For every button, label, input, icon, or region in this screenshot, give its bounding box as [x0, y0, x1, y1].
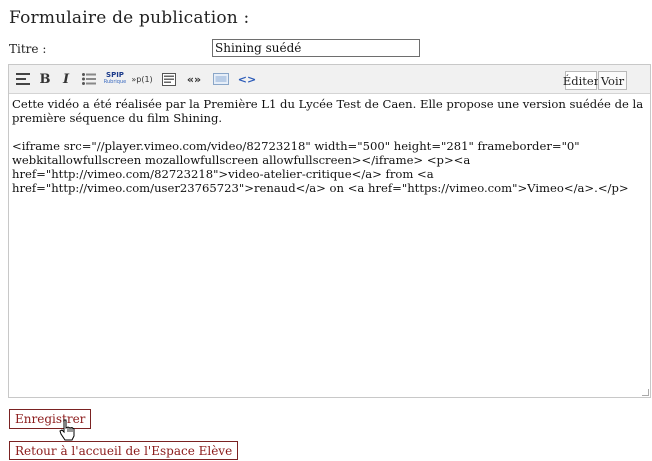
quote-icon-text: «»: [186, 72, 202, 86]
note-button[interactable]: »p(1): [131, 70, 153, 88]
page-title: Formulaire de publication :: [9, 8, 250, 28]
italic-button[interactable]: I: [56, 70, 76, 88]
align-icon[interactable]: [13, 70, 33, 88]
resize-grip[interactable]: [642, 389, 649, 396]
spip-icon[interactable]: SPIP Rubrique: [104, 70, 126, 88]
bold-button[interactable]: B: [35, 70, 55, 88]
save-button[interactable]: Enregistrer: [9, 409, 92, 429]
tab-editer[interactable]: Éditer: [563, 71, 599, 90]
image-icon[interactable]: [211, 70, 231, 88]
spip-icon-bottom: Rubrique: [103, 79, 127, 85]
editor-textarea[interactable]: Cette vidéo a été réalisée par la Premiè…: [12, 97, 648, 195]
hand-cursor-icon: [59, 419, 75, 441]
editor-toolbar: B I SPIP Rubrique »p(1) «» <> Éditer Voi…: [9, 65, 650, 94]
quote-button[interactable]: «»: [184, 70, 204, 88]
code-button[interactable]: <>: [237, 70, 257, 88]
tab-voir[interactable]: Voir: [598, 71, 627, 90]
titre-label: Titre :: [9, 42, 47, 56]
editor: B I SPIP Rubrique »p(1) «» <> Éditer Voi…: [8, 64, 651, 398]
table-icon[interactable]: [159, 70, 179, 88]
list-icon[interactable]: [79, 70, 99, 88]
back-home-link[interactable]: Retour à l'accueil de l'Espace Elève: [9, 441, 239, 460]
spip-icon-top: SPIP: [106, 71, 124, 79]
titre-input[interactable]: Shining suédé: [212, 39, 420, 57]
